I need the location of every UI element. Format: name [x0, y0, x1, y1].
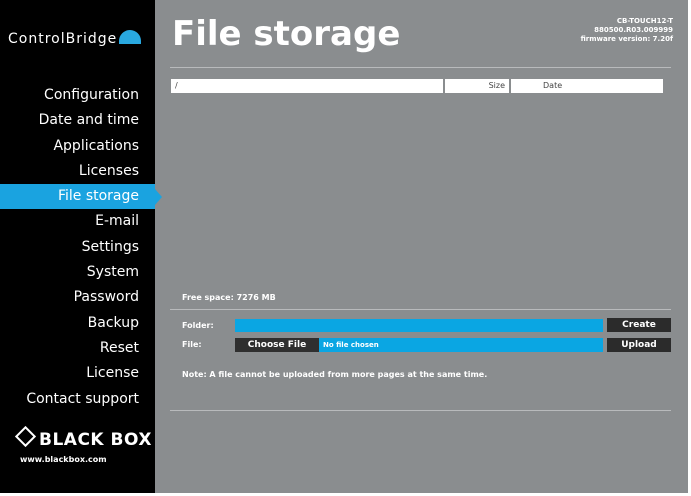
device-info: CB-TOUCH12-T 880500.R03.009999 firmware … — [581, 17, 673, 44]
upload-button[interactable]: Upload — [607, 338, 671, 352]
footer-divider — [170, 410, 671, 411]
column-header-size[interactable]: Size — [445, 79, 509, 93]
nav-item-backup[interactable]: Backup — [0, 311, 155, 336]
file-label: File: — [182, 340, 202, 349]
create-button[interactable]: Create — [607, 318, 671, 332]
column-header-name[interactable]: / — [171, 79, 443, 93]
controlbridge-logo: ControlBridge — [8, 30, 148, 52]
nav-item-file-storage[interactable]: File storage — [0, 184, 162, 210]
blackbox-text: BLACK BOX — [39, 430, 152, 450]
firmware-version: firmware version: 7.20f — [580, 35, 673, 43]
nav-item-email[interactable]: E-mail — [0, 209, 155, 234]
sidebar: ControlBridge Configuration Date and tim… — [0, 0, 162, 493]
nav-item-applications[interactable]: Applications — [0, 134, 155, 159]
nav-item-configuration[interactable]: Configuration — [0, 83, 155, 108]
page-title: File storage — [172, 14, 401, 54]
free-space: Free space: 7276 MB — [182, 293, 276, 302]
nav-item-date-and-time[interactable]: Date and time — [0, 108, 155, 133]
choose-file-button[interactable]: Choose File — [235, 338, 319, 352]
file-status: No file chosen — [319, 338, 603, 352]
folder-input[interactable] — [235, 319, 603, 332]
nav-item-reset[interactable]: Reset — [0, 336, 155, 361]
nav-item-password[interactable]: Password — [0, 285, 155, 310]
upload-note: Note: A file cannot be uploaded from mor… — [182, 370, 488, 379]
blackbox-logo[interactable]: BLACK BOX — [14, 425, 152, 450]
device-model: CB-TOUCH12-T — [616, 17, 673, 25]
column-header-date[interactable]: Date — [511, 79, 663, 93]
folder-label: Folder: — [182, 321, 214, 330]
nav-item-license[interactable]: License — [0, 361, 155, 386]
device-serial: 880500.R03.009999 — [594, 26, 673, 34]
sidebar-nav: Configuration Date and time Applications… — [0, 83, 162, 412]
blackbox-diamond-icon — [14, 425, 37, 448]
blackbox-url[interactable]: www.blackbox.com — [20, 455, 107, 464]
nav-item-contact-support[interactable]: Contact support — [0, 387, 155, 412]
logo-text: ControlBridge — [8, 31, 118, 47]
file-table-header: / Size Date — [171, 79, 671, 93]
nav-item-licenses[interactable]: Licenses — [0, 159, 155, 184]
header-divider — [170, 67, 671, 68]
storage-divider — [170, 309, 671, 310]
nav-item-settings[interactable]: Settings — [0, 235, 155, 260]
logo-arc-icon — [119, 30, 142, 44]
nav-item-system[interactable]: System — [0, 260, 155, 285]
